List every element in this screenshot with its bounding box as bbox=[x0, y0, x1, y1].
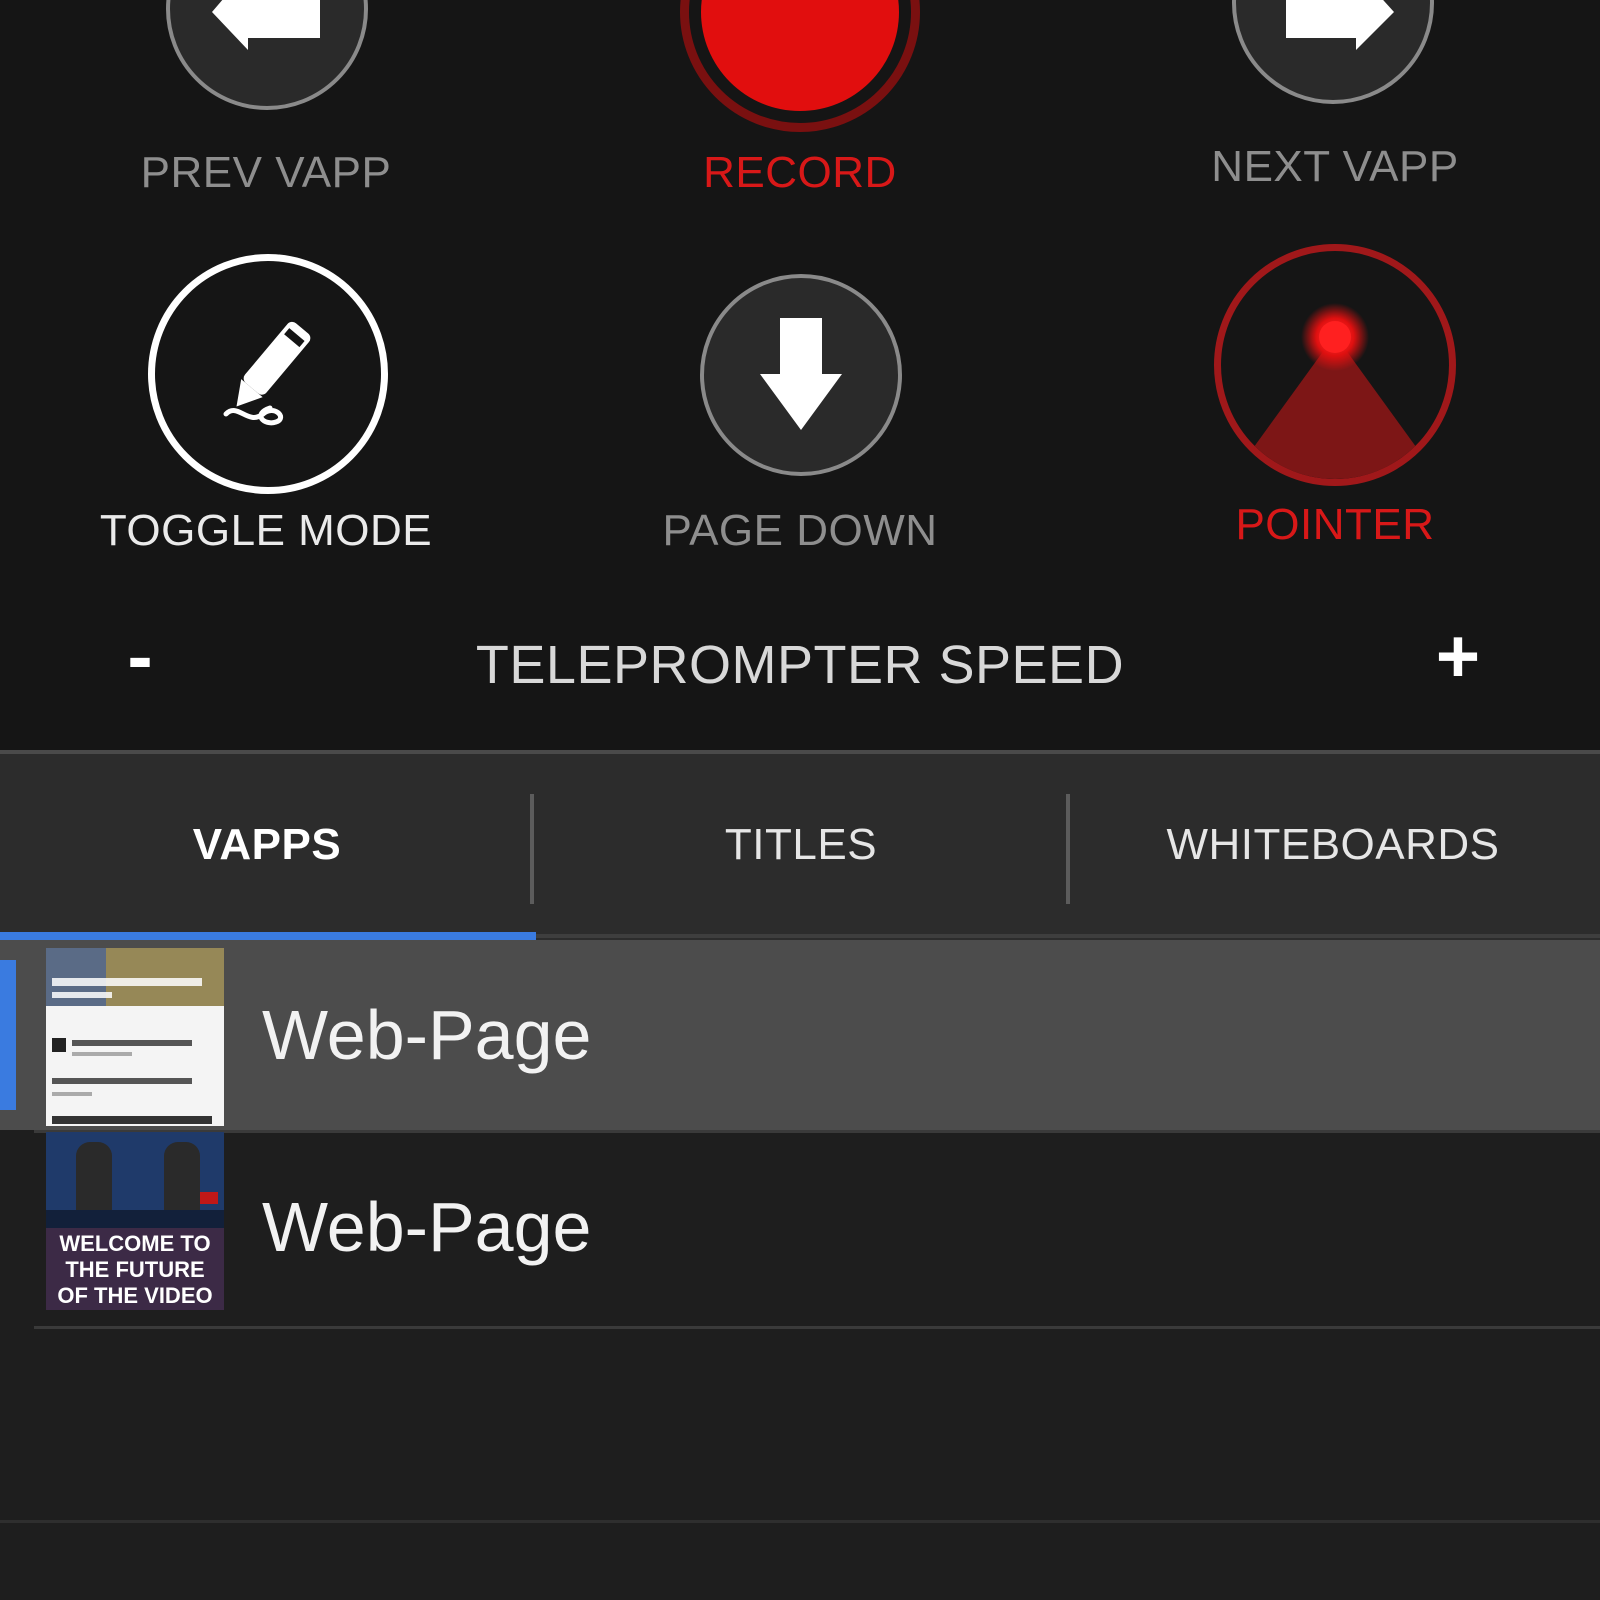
next-vapp-label: NEXT VAPP bbox=[1211, 142, 1459, 191]
record-dot bbox=[701, 0, 899, 111]
list-item[interactable]: WELCOME TO THE FUTURE OF THE VIDEO Web-P… bbox=[0, 1132, 1600, 1322]
pointer-label: POINTER bbox=[1235, 500, 1435, 549]
list-item[interactable]: Web-Page bbox=[0, 940, 1600, 1130]
speed-decrease-button[interactable]: - bbox=[100, 612, 180, 702]
list-item-title: Web-Page bbox=[262, 996, 592, 1074]
list-bottom-divider bbox=[0, 1520, 1600, 1523]
toggle-mode-label: TOGGLE MODE bbox=[99, 506, 433, 555]
tab-titles[interactable]: TITLES bbox=[534, 754, 1068, 936]
record-icon bbox=[680, 0, 920, 132]
thumb-caption-line: OF THE VIDEO bbox=[57, 1283, 213, 1308]
tab-underline bbox=[536, 934, 1600, 938]
web-page-thumbnail: WELCOME TO THE FUTURE OF THE VIDEO bbox=[46, 1132, 224, 1310]
page-down-label: PAGE DOWN bbox=[662, 506, 938, 555]
tab-whiteboards[interactable]: WHITEBOARDS bbox=[1066, 754, 1600, 936]
record-label: RECORD bbox=[703, 148, 897, 197]
vapps-list: Web-Page WELCOME TO THE FUTURE OF THE VI… bbox=[0, 940, 1600, 1600]
speed-increase-button[interactable]: + bbox=[1418, 612, 1498, 702]
prev-vapp-button[interactable]: PREV VAPP bbox=[0, 0, 530, 210]
tab-vapps[interactable]: VAPPS bbox=[0, 754, 534, 936]
arrow-left-icon bbox=[212, 0, 320, 50]
thumb-caption-line: WELCOME TO bbox=[59, 1231, 211, 1256]
toggle-mode-button[interactable]: TOGGLE MODE bbox=[0, 240, 530, 570]
remote-control-screen: PREV VAPP RECORD NEXT VAPP TOGGLE MODE P… bbox=[0, 0, 1600, 1600]
pointer-circle bbox=[1214, 244, 1456, 486]
web-page-thumbnail bbox=[46, 948, 224, 1126]
pointer-button[interactable]: POINTER bbox=[1080, 240, 1600, 570]
page-down-button[interactable]: PAGE DOWN bbox=[550, 240, 1050, 570]
teleprompter-speed-label: TELEPROMPTER SPEED bbox=[475, 635, 1125, 695]
arrow-down-icon bbox=[760, 318, 842, 430]
list-item-title: Web-Page bbox=[262, 1188, 592, 1266]
prev-vapp-label: PREV VAPP bbox=[140, 148, 392, 197]
selected-indicator bbox=[0, 960, 16, 1110]
next-vapp-button[interactable]: NEXT VAPP bbox=[1080, 0, 1600, 210]
list-separator bbox=[34, 1326, 1600, 1329]
arrow-right-icon bbox=[1286, 0, 1394, 50]
active-tab-indicator bbox=[0, 932, 536, 940]
controls-panel: PREV VAPP RECORD NEXT VAPP TOGGLE MODE P… bbox=[0, 0, 1600, 750]
thumb-caption-line: THE FUTURE bbox=[65, 1257, 205, 1282]
record-button[interactable]: RECORD bbox=[550, 0, 1050, 210]
teleprompter-speed-row: - TELEPROMPTER SPEED + bbox=[0, 614, 1600, 710]
laser-pointer-icon bbox=[1251, 303, 1419, 479]
tab-bar: VAPPS TITLES WHITEBOARDS bbox=[0, 750, 1600, 940]
pen-icon bbox=[223, 321, 311, 426]
